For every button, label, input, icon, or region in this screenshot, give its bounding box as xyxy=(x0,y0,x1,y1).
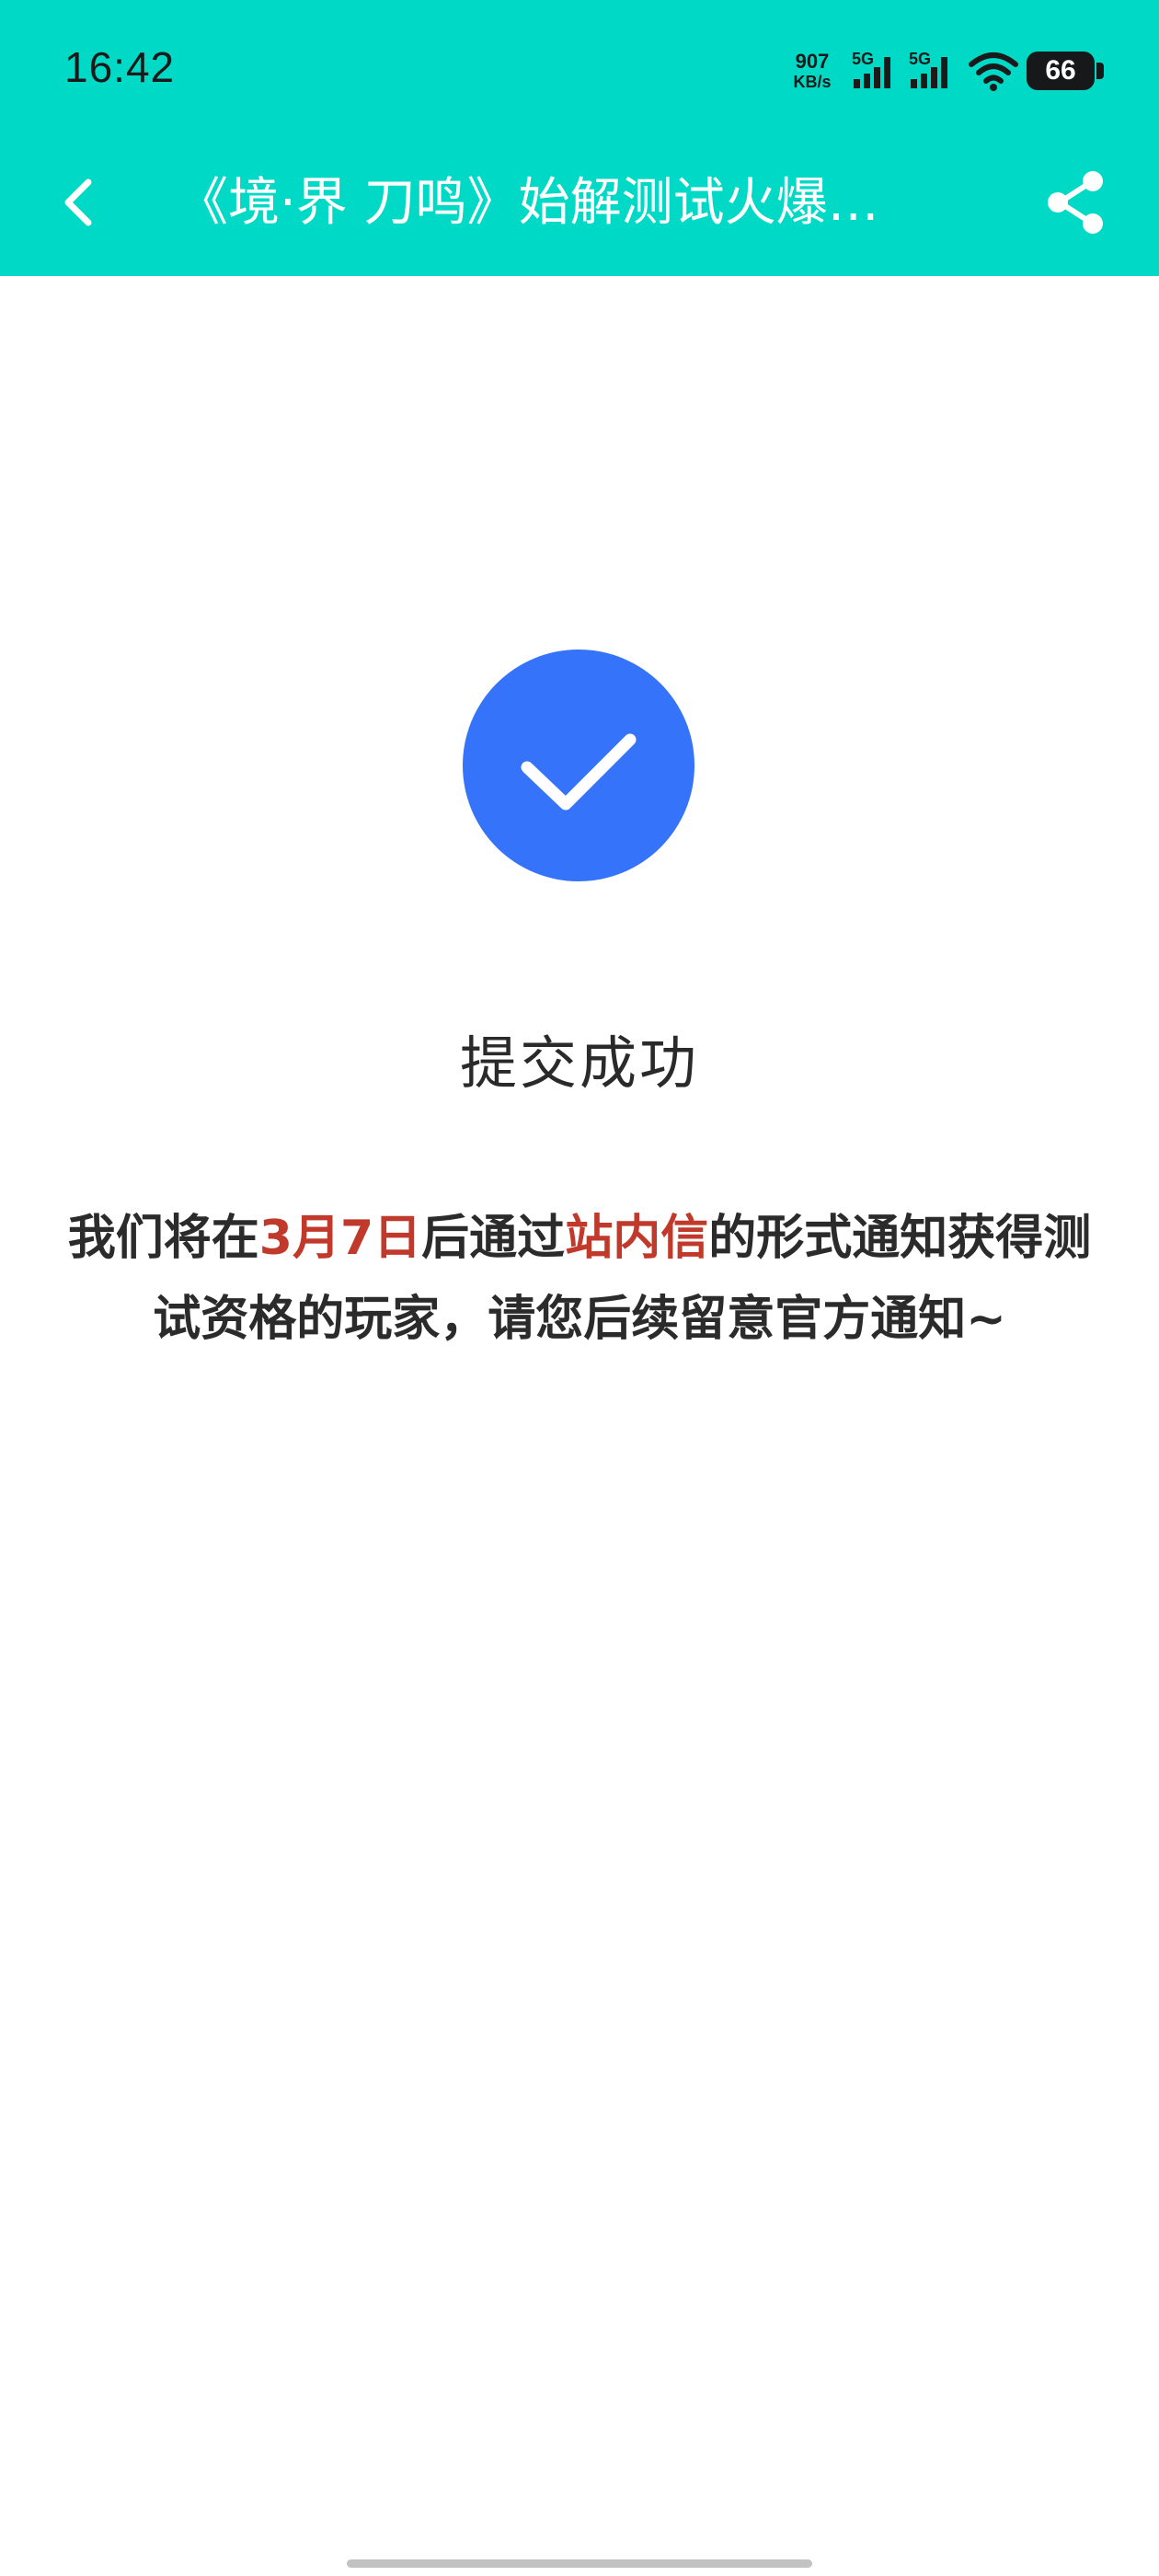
back-button[interactable] xyxy=(48,167,118,237)
battery-level: 66 xyxy=(1045,55,1076,86)
status-bar: 16:42 907 KB/s 5G 5G 66 xyxy=(0,0,1159,138)
clock: 16:42 xyxy=(64,43,176,91)
app-bar: 《境·界 刀鸣》始解测试火爆… xyxy=(0,138,1159,276)
network-speed-unit: KB/s xyxy=(793,73,832,91)
chevron-left-icon xyxy=(64,178,92,226)
network-speed: 907 KB/s xyxy=(786,50,838,91)
message-channel: 站内信 xyxy=(565,1211,709,1266)
share-icon xyxy=(1048,171,1103,234)
message-date: 3月7日 xyxy=(258,1211,422,1266)
signal-sim2-icon: 5G xyxy=(909,50,960,92)
success-check-icon xyxy=(463,650,694,881)
home-indicator[interactable] xyxy=(347,2559,812,2568)
notification-message: 我们将在3月7日后通过站内信的形式通知获得测试资格的玩家，请您后续留意官方通知~ xyxy=(55,1198,1104,1360)
wifi-icon xyxy=(969,52,1018,91)
battery-cap xyxy=(1096,63,1104,79)
message-part-1: 我们将在 xyxy=(67,1211,259,1266)
message-part-2: 后通过 xyxy=(421,1211,566,1266)
signal-sim1-icon: 5G xyxy=(852,50,903,92)
share-button[interactable] xyxy=(1041,167,1111,237)
network-speed-value: 907 xyxy=(795,50,830,73)
page-title: 《境·界 刀鸣》始解测试火爆… xyxy=(177,173,879,233)
battery-icon: 66 xyxy=(1027,52,1104,90)
submit-success-title: 提交成功 xyxy=(459,1029,699,1097)
